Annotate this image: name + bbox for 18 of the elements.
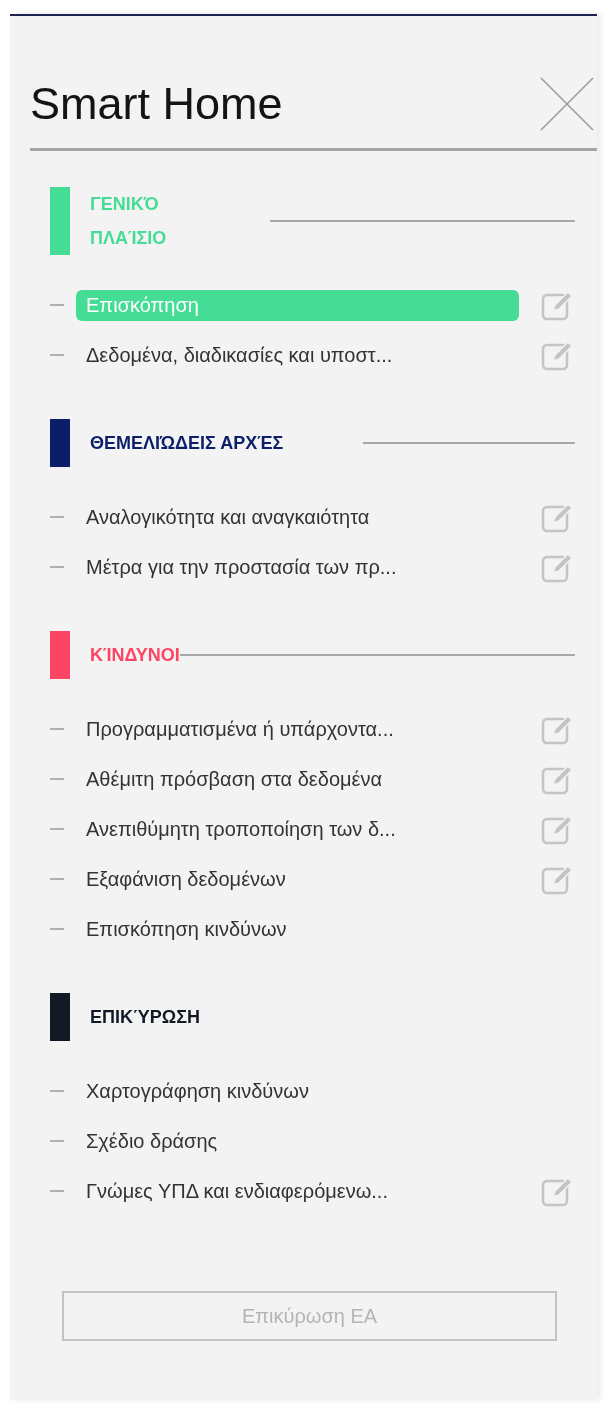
section-heading: ΕΠΙΚΎΡΩΣΗ — [90, 1006, 200, 1030]
nav-item[interactable]: Ανεπιθύμητη τροποποίηση των δ... — [76, 813, 396, 845]
nav-item[interactable]: Χαρτογράφηση κινδύνων — [76, 1075, 309, 1107]
nav-item[interactable]: Αναλογικότητα και αναγκαιότητα — [76, 501, 370, 533]
nav-item[interactable]: Δεδομένα, διαδικασίες και υποστ... — [76, 339, 393, 371]
nav-item[interactable]: Μέτρα για την προστασία των πρ... — [76, 551, 397, 583]
close-icon — [539, 76, 595, 132]
nav-item[interactable]: Αθέμιτη πρόσβαση στα δεδομένα — [76, 763, 383, 795]
close-button[interactable] — [539, 76, 595, 132]
nav-item[interactable]: Εξαφάνιση δεδομένων — [76, 863, 286, 895]
nav-item[interactable]: Προγραμματισμένα ή υπάρχοντα... — [76, 713, 394, 745]
nav-item[interactable]: Γνώμες ΥΠΔ και ενδιαφερόμενω... — [76, 1175, 388, 1207]
nav-item[interactable]: Σχέδιο δράσης — [76, 1125, 218, 1157]
section-heading: ΚΊΝΔΥΝΟΙ — [90, 644, 180, 668]
section-heading: ΘΕΜΕΛΙΏΔΕΙΣ ΑΡΧΈΣ — [90, 432, 284, 456]
panel-title: Smart Home — [30, 78, 283, 130]
section-heading: ΓΕΝΙΚΌ ΠΛΑΊΣΙΟ — [90, 193, 168, 251]
nav-item[interactable]: Επισκόπηση κινδύνων — [76, 913, 287, 945]
